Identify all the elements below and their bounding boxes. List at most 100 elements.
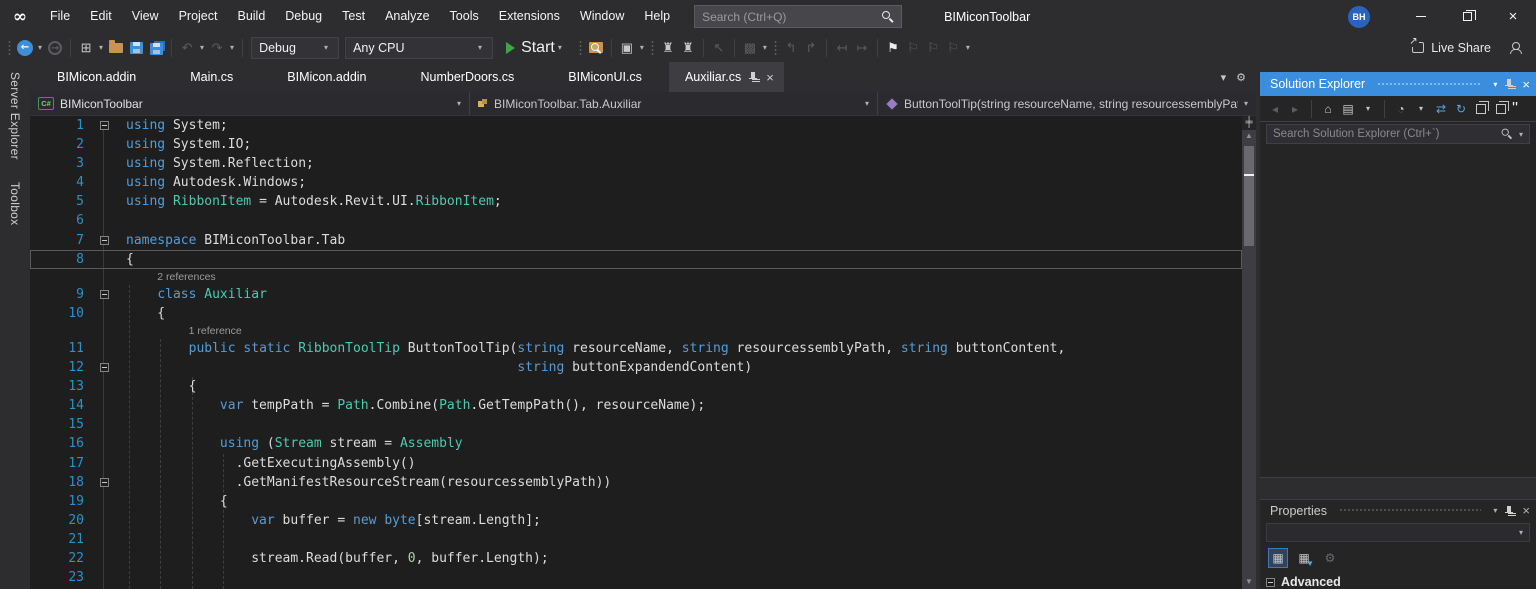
switch-views-dropdown[interactable]: ▾ bbox=[1359, 99, 1377, 119]
line-number[interactable]: 9 bbox=[30, 285, 94, 304]
menu-build[interactable]: Build bbox=[227, 9, 275, 23]
clear-bookmarks-icon[interactable]: ⚐ bbox=[943, 37, 963, 59]
feedback-icon[interactable] bbox=[1509, 41, 1522, 54]
menu-project[interactable]: Project bbox=[169, 9, 228, 23]
deploy-icon[interactable]: ♜ bbox=[678, 37, 698, 59]
find-symbol-dropdown[interactable]: ▾ bbox=[760, 43, 770, 52]
code-line[interactable]: 18 .GetManifestResourceStream(resourcess… bbox=[30, 473, 1242, 492]
filter-dropdown[interactable]: ▾ bbox=[1412, 99, 1430, 119]
active-files-dropdown-icon[interactable]: ▾ bbox=[1221, 71, 1227, 84]
code-line[interactable]: 9 class Auxiliar bbox=[30, 285, 1242, 304]
switch-views-icon[interactable]: ▤ bbox=[1339, 99, 1357, 119]
menu-test[interactable]: Test bbox=[332, 9, 375, 23]
fold-toggle-icon[interactable] bbox=[94, 116, 114, 135]
code-line[interactable]: 23 bbox=[30, 568, 1242, 587]
code-line[interactable]: 13 { bbox=[30, 377, 1242, 396]
user-avatar[interactable]: BH bbox=[1348, 5, 1370, 28]
navigate-forward-icon[interactable]: → bbox=[45, 37, 65, 59]
code-line[interactable]: 8{ bbox=[30, 250, 1242, 269]
collapse-icon[interactable] bbox=[1266, 577, 1275, 587]
next-bookmark-icon[interactable]: ⚐ bbox=[923, 37, 943, 59]
fold-toggle-icon[interactable] bbox=[94, 473, 114, 492]
properties-header[interactable]: Properties ▾ × bbox=[1260, 499, 1536, 521]
code-line[interactable]: 2 using System.IO; bbox=[30, 135, 1242, 154]
save-all-icon[interactable] bbox=[146, 37, 166, 59]
undo-icon[interactable]: ↶ bbox=[177, 37, 197, 59]
close-icon[interactable]: × bbox=[1522, 503, 1530, 518]
line-number[interactable]: 16 bbox=[30, 434, 94, 453]
redo-icon[interactable]: ↷ bbox=[207, 37, 227, 59]
undo-dropdown[interactable]: ▾ bbox=[197, 43, 207, 52]
pending-changes-filter-icon[interactable]: ◔ bbox=[1392, 99, 1410, 119]
code-line[interactable]: 19 { bbox=[30, 492, 1242, 511]
line-number[interactable]: 15 bbox=[30, 415, 94, 434]
toolbar-grip[interactable] bbox=[649, 39, 655, 56]
profiler-dropdown[interactable]: ▾ bbox=[637, 43, 647, 52]
tab-numberdoors.cs[interactable]: NumberDoors.cs bbox=[394, 62, 542, 92]
toolbar-grip[interactable] bbox=[577, 39, 583, 56]
line-number[interactable]: 19 bbox=[30, 492, 94, 511]
bookmark-icon[interactable]: ⚑ bbox=[883, 37, 903, 59]
find-in-files-icon[interactable] bbox=[586, 37, 606, 59]
menu-debug[interactable]: Debug bbox=[275, 9, 332, 23]
toolbar-grip[interactable] bbox=[772, 39, 778, 56]
pin-icon[interactable] bbox=[749, 71, 758, 83]
increase-indent-icon[interactable]: ↦ bbox=[852, 37, 872, 59]
menu-file[interactable]: File bbox=[40, 9, 80, 23]
line-number[interactable]: 11 bbox=[30, 339, 94, 358]
restore-button[interactable] bbox=[1444, 0, 1490, 33]
code-line[interactable]: 22 stream.Read(buffer, 0, buffer.Length)… bbox=[30, 549, 1242, 568]
properties-icon[interactable] bbox=[1492, 99, 1510, 119]
member-dropdown[interactable]: ButtonToolTip(string resourceName, strin… bbox=[878, 92, 1256, 115]
solution-explorer-search[interactable]: Search Solution Explorer (Ctrl+`) ▾ bbox=[1260, 122, 1536, 146]
attach-icon[interactable]: ↖ bbox=[709, 37, 729, 59]
menu-help[interactable]: Help bbox=[634, 9, 680, 23]
code-line[interactable]: 1 using System; bbox=[30, 116, 1242, 135]
code-line[interactable]: 6 bbox=[30, 211, 1242, 230]
line-number[interactable]: 23 bbox=[30, 568, 94, 587]
tab-main.cs[interactable]: Main.cs bbox=[163, 62, 260, 92]
navigate-backward-icon[interactable]: ← bbox=[15, 37, 35, 59]
fold-toggle-icon[interactable] bbox=[94, 358, 114, 377]
document-options-gear-icon[interactable]: ⚙ bbox=[1236, 71, 1246, 84]
toolbar-grip[interactable] bbox=[7, 39, 12, 56]
collapse-all-icon[interactable] bbox=[1472, 99, 1490, 119]
line-number[interactable]: 4 bbox=[30, 173, 94, 192]
redo-dropdown[interactable]: ▾ bbox=[227, 43, 237, 52]
prev-bookmark-icon[interactable]: ⚐ bbox=[903, 37, 923, 59]
code-line[interactable]: 16 using (Stream stream = Assembly bbox=[30, 434, 1242, 453]
window-position-dropdown-icon[interactable]: ▾ bbox=[1493, 80, 1497, 89]
line-number[interactable]: 6 bbox=[30, 211, 94, 230]
search-input[interactable]: Search (Ctrl+Q) bbox=[694, 5, 903, 28]
open-file-icon[interactable] bbox=[106, 37, 126, 59]
profiler-icon[interactable]: ▣ bbox=[617, 37, 637, 59]
code-line[interactable]: 20 var buffer = new byte[stream.Length]; bbox=[30, 511, 1242, 530]
advanced-section-header[interactable]: Advanced bbox=[1260, 571, 1536, 589]
rail-tab-server-explorer[interactable]: Server Explorer bbox=[8, 72, 22, 160]
find-symbol-icon[interactable]: ▩ bbox=[740, 37, 760, 59]
scroll-down-icon[interactable]: ▼ bbox=[1245, 576, 1253, 588]
new-item-dropdown[interactable]: ▾ bbox=[96, 43, 106, 52]
scroll-up-icon[interactable]: ▲ bbox=[1245, 130, 1253, 142]
code-line[interactable]: 11 public static RibbonToolTip ButtonToo… bbox=[30, 339, 1242, 358]
line-number[interactable]: 7 bbox=[30, 231, 94, 250]
codelens-indicator[interactable]: 1 reference bbox=[30, 323, 1242, 339]
line-number[interactable]: 13 bbox=[30, 377, 94, 396]
line-number[interactable]: 22 bbox=[30, 549, 94, 568]
scrollbar-thumb[interactable] bbox=[1244, 146, 1254, 246]
code-line[interactable]: 12 string buttonExpandendContent) bbox=[30, 358, 1242, 377]
line-number[interactable]: 2 bbox=[30, 135, 94, 154]
navigate-backward-dropdown[interactable]: ▾ bbox=[35, 43, 45, 52]
menu-tools[interactable]: Tools bbox=[440, 9, 489, 23]
build-icon[interactable]: ♜ bbox=[658, 37, 678, 59]
line-number[interactable]: 3 bbox=[30, 154, 94, 173]
line-number[interactable]: 17 bbox=[30, 454, 94, 473]
line-number[interactable]: 5 bbox=[30, 192, 94, 211]
menu-view[interactable]: View bbox=[122, 9, 169, 23]
line-number[interactable]: 20 bbox=[30, 511, 94, 530]
code-line[interactable]: 17 .GetExecutingAssembly() bbox=[30, 454, 1242, 473]
code-line[interactable]: 7 namespace BIMiconToolbar.Tab bbox=[30, 231, 1242, 250]
pin-icon[interactable] bbox=[1505, 505, 1514, 517]
refresh-icon[interactable]: ↻ bbox=[1452, 99, 1470, 119]
categorized-view-button[interactable]: ▦ bbox=[1268, 548, 1288, 568]
